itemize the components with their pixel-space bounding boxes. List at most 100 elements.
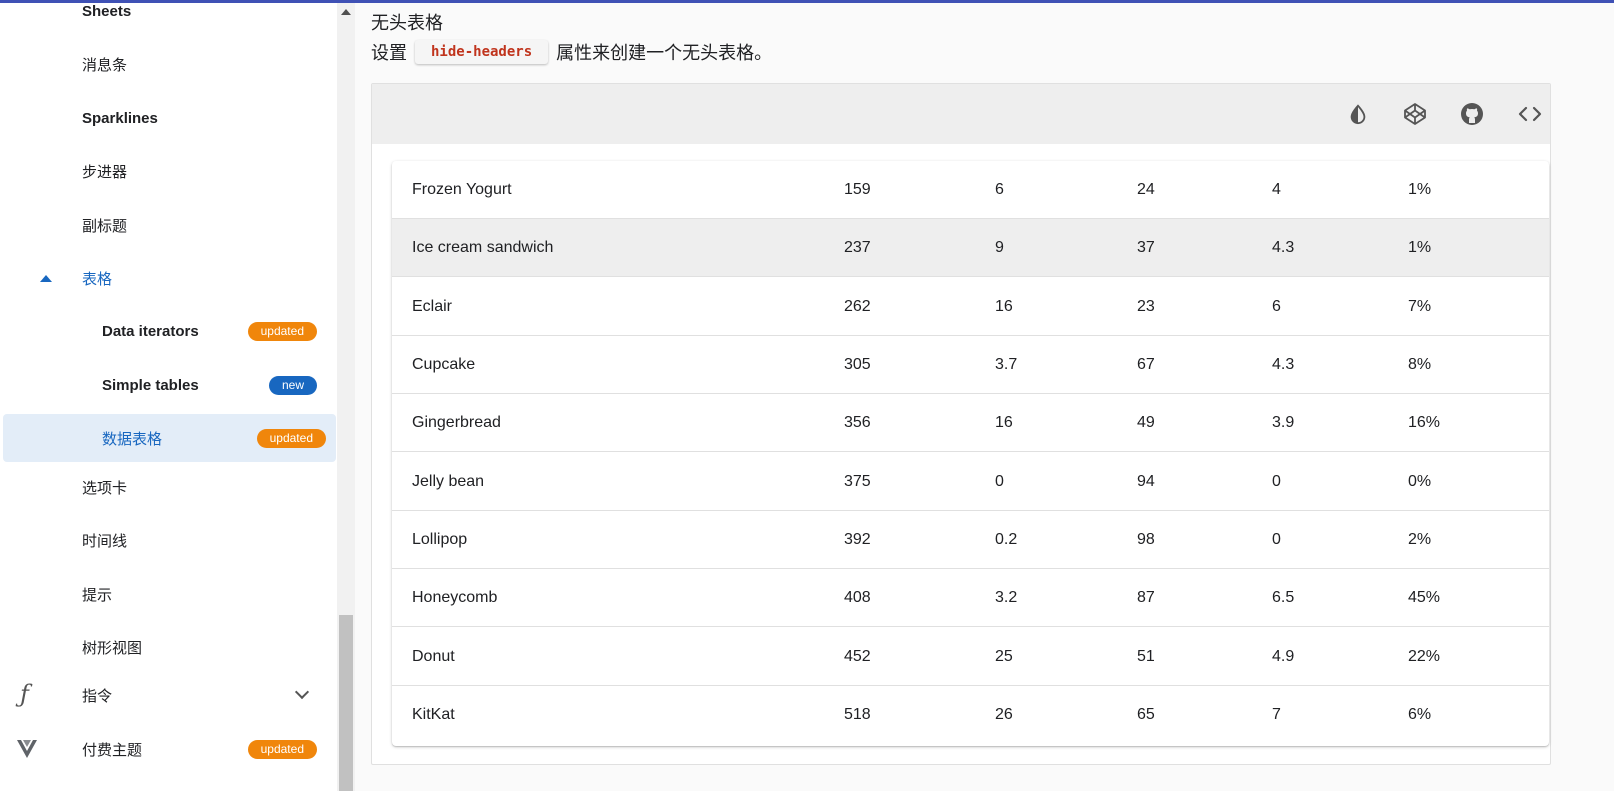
prop-code-chip: hide-headers [415,40,549,64]
sidebar-item-label: 指令 [82,687,113,705]
table-cell: 94 [1137,473,1155,490]
github-icon[interactable] [1460,102,1484,126]
table-cell: KitKat [412,706,455,723]
sidebar-item-data-tables[interactable]: 数据表格 updated [3,414,336,462]
table-cell: 305 [844,356,871,373]
section-description: 设置 hide-headers 属性来创建一个无头表格。 [371,39,772,65]
table-row[interactable]: Frozen Yogurt 159 6 24 4 1% [392,161,1549,219]
table-cell: 0 [1272,473,1281,490]
table-row[interactable]: KitKat 518 26 65 7 6% [392,686,1549,744]
table-cell: 356 [844,414,871,431]
codepen-icon[interactable] [1403,102,1427,126]
table-cell: 0 [1272,531,1281,548]
sidebar-item-label: 副标题 [82,217,128,235]
table-cell: 22% [1408,648,1441,665]
table-cell: 16 [995,298,1013,315]
sidebar-item-label: 消息条 [82,56,128,74]
table-row[interactable]: Gingerbread 356 16 49 3.9 16% [392,394,1549,452]
table-cell: 2% [1408,531,1432,548]
sidebar-item-premium-themes[interactable]: 付费主题 updated [0,725,337,773]
sidebar-item-label: 选项卡 [82,479,128,497]
table-cell: 518 [844,706,871,723]
table-cell: 0 [995,473,1004,490]
sidebar-item-label: Sparklines [82,109,158,127]
table-cell: 6% [1408,706,1432,723]
invert-colors-icon[interactable] [1346,102,1370,126]
sidebar-item-simple-tables[interactable]: Simple tables new [0,361,337,409]
table-row[interactable]: Donut 452 25 51 4.9 22% [392,628,1549,686]
sidebar-group-directives[interactable]: ƒ 指令 [0,671,337,719]
table-cell: 37 [1137,239,1155,256]
scrollbar-thumb[interactable] [339,615,353,791]
sidebar-item-label: 表格 [82,270,113,288]
sidebar-item-sparklines[interactable]: Sparklines [0,94,337,142]
table-cell: Donut [412,648,455,665]
updated-badge: updated [256,429,326,448]
table-row[interactable]: Ice cream sandwich 237 9 37 4.3 1% [392,219,1549,277]
sidebar-item-label: Simple tables [102,376,199,394]
table-cell: 23 [1137,298,1155,315]
table-cell: 237 [844,239,871,256]
table-cell: 9 [995,239,1004,256]
table-cell: 3.9 [1272,414,1295,431]
table-cell: 24 [1137,181,1155,198]
sidebar-item-label: Data iterators [102,322,199,340]
sidebar-group-tables[interactable]: 表格 [0,254,337,302]
sidebar-item-timeline[interactable]: 时间线 [0,516,337,564]
table-cell: 3.2 [995,589,1018,606]
sidebar-item-tabs[interactable]: 选项卡 [0,463,337,511]
table-cell: 4 [1272,181,1281,198]
sidebar-item-snackbar[interactable]: 消息条 [0,40,337,88]
sidebar-scrollbar[interactable] [337,3,355,791]
sidebar-item-data-iterators[interactable]: Data iterators updated [0,307,337,355]
table-cell: 16 [995,414,1013,431]
description-suffix: 属性来创建一个无头表格。 [556,43,773,63]
table-cell: 0% [1408,473,1432,490]
sidebar-item-label: 步进器 [82,163,128,181]
table-cell: 87 [1137,589,1155,606]
example-card: Frozen Yogurt 159 6 24 4 1% Ice cream sa… [371,83,1551,765]
table-cell: 98 [1137,531,1155,548]
sidebar-item-subheader[interactable]: 副标题 [0,201,337,249]
table-row[interactable]: Jelly bean 375 0 94 0 0% [392,453,1549,511]
sidebar-item-treeview[interactable]: 树形视图 [0,623,337,671]
table-cell: 4.3 [1272,356,1295,373]
table-cell: 49 [1137,414,1155,431]
table-cell: 7% [1408,298,1432,315]
table-row[interactable]: Lollipop 392 0.2 98 0 2% [392,511,1549,569]
table-cell: 6.5 [1272,589,1295,606]
sidebar-item-stepper[interactable]: 步进器 [0,147,337,195]
sidebar-item-tooltips[interactable]: 提示 [0,570,337,618]
vuetify-logo-icon [16,739,38,763]
code-tags-icon[interactable] [1518,102,1542,126]
table-cell: 16% [1408,414,1441,431]
table-row[interactable]: Cupcake 305 3.7 67 4.3 8% [392,336,1549,394]
table-cell: 375 [844,473,871,490]
table-cell: Jelly bean [412,473,485,490]
table-cell: 67 [1137,356,1155,373]
table-cell: Eclair [412,298,453,315]
table-cell: Frozen Yogurt [412,181,512,198]
sidebar-item-sheets[interactable]: Sheets [0,3,337,35]
new-badge: new [268,376,317,395]
table-cell: Lollipop [412,531,468,548]
sidebar-item-label: Sheets [82,3,132,20]
table-cell: Ice cream sandwich [412,239,554,256]
table-cell: 1% [1408,239,1432,256]
updated-badge: updated [247,740,317,759]
table-cell: 4.3 [1272,239,1295,256]
table-row[interactable]: Honeycomb 408 3.2 87 6.5 45% [392,569,1549,627]
scroll-up-arrow-icon[interactable] [341,9,351,15]
caret-up-icon [40,275,52,282]
table-cell: 0.2 [995,531,1018,548]
table-row[interactable]: Eclair 262 16 23 6 7% [392,278,1549,336]
table-cell: 6 [1272,298,1281,315]
sidebar-item-label: 付费主题 [82,741,143,759]
table-cell: Honeycomb [412,589,498,606]
table-cell: 262 [844,298,871,315]
table-cell: 1% [1408,181,1432,198]
example-toolbar [372,84,1550,144]
table-cell: Cupcake [412,356,476,373]
sidebar-item-label: 时间线 [82,532,128,550]
sidebar-item-label: 提示 [82,586,113,604]
